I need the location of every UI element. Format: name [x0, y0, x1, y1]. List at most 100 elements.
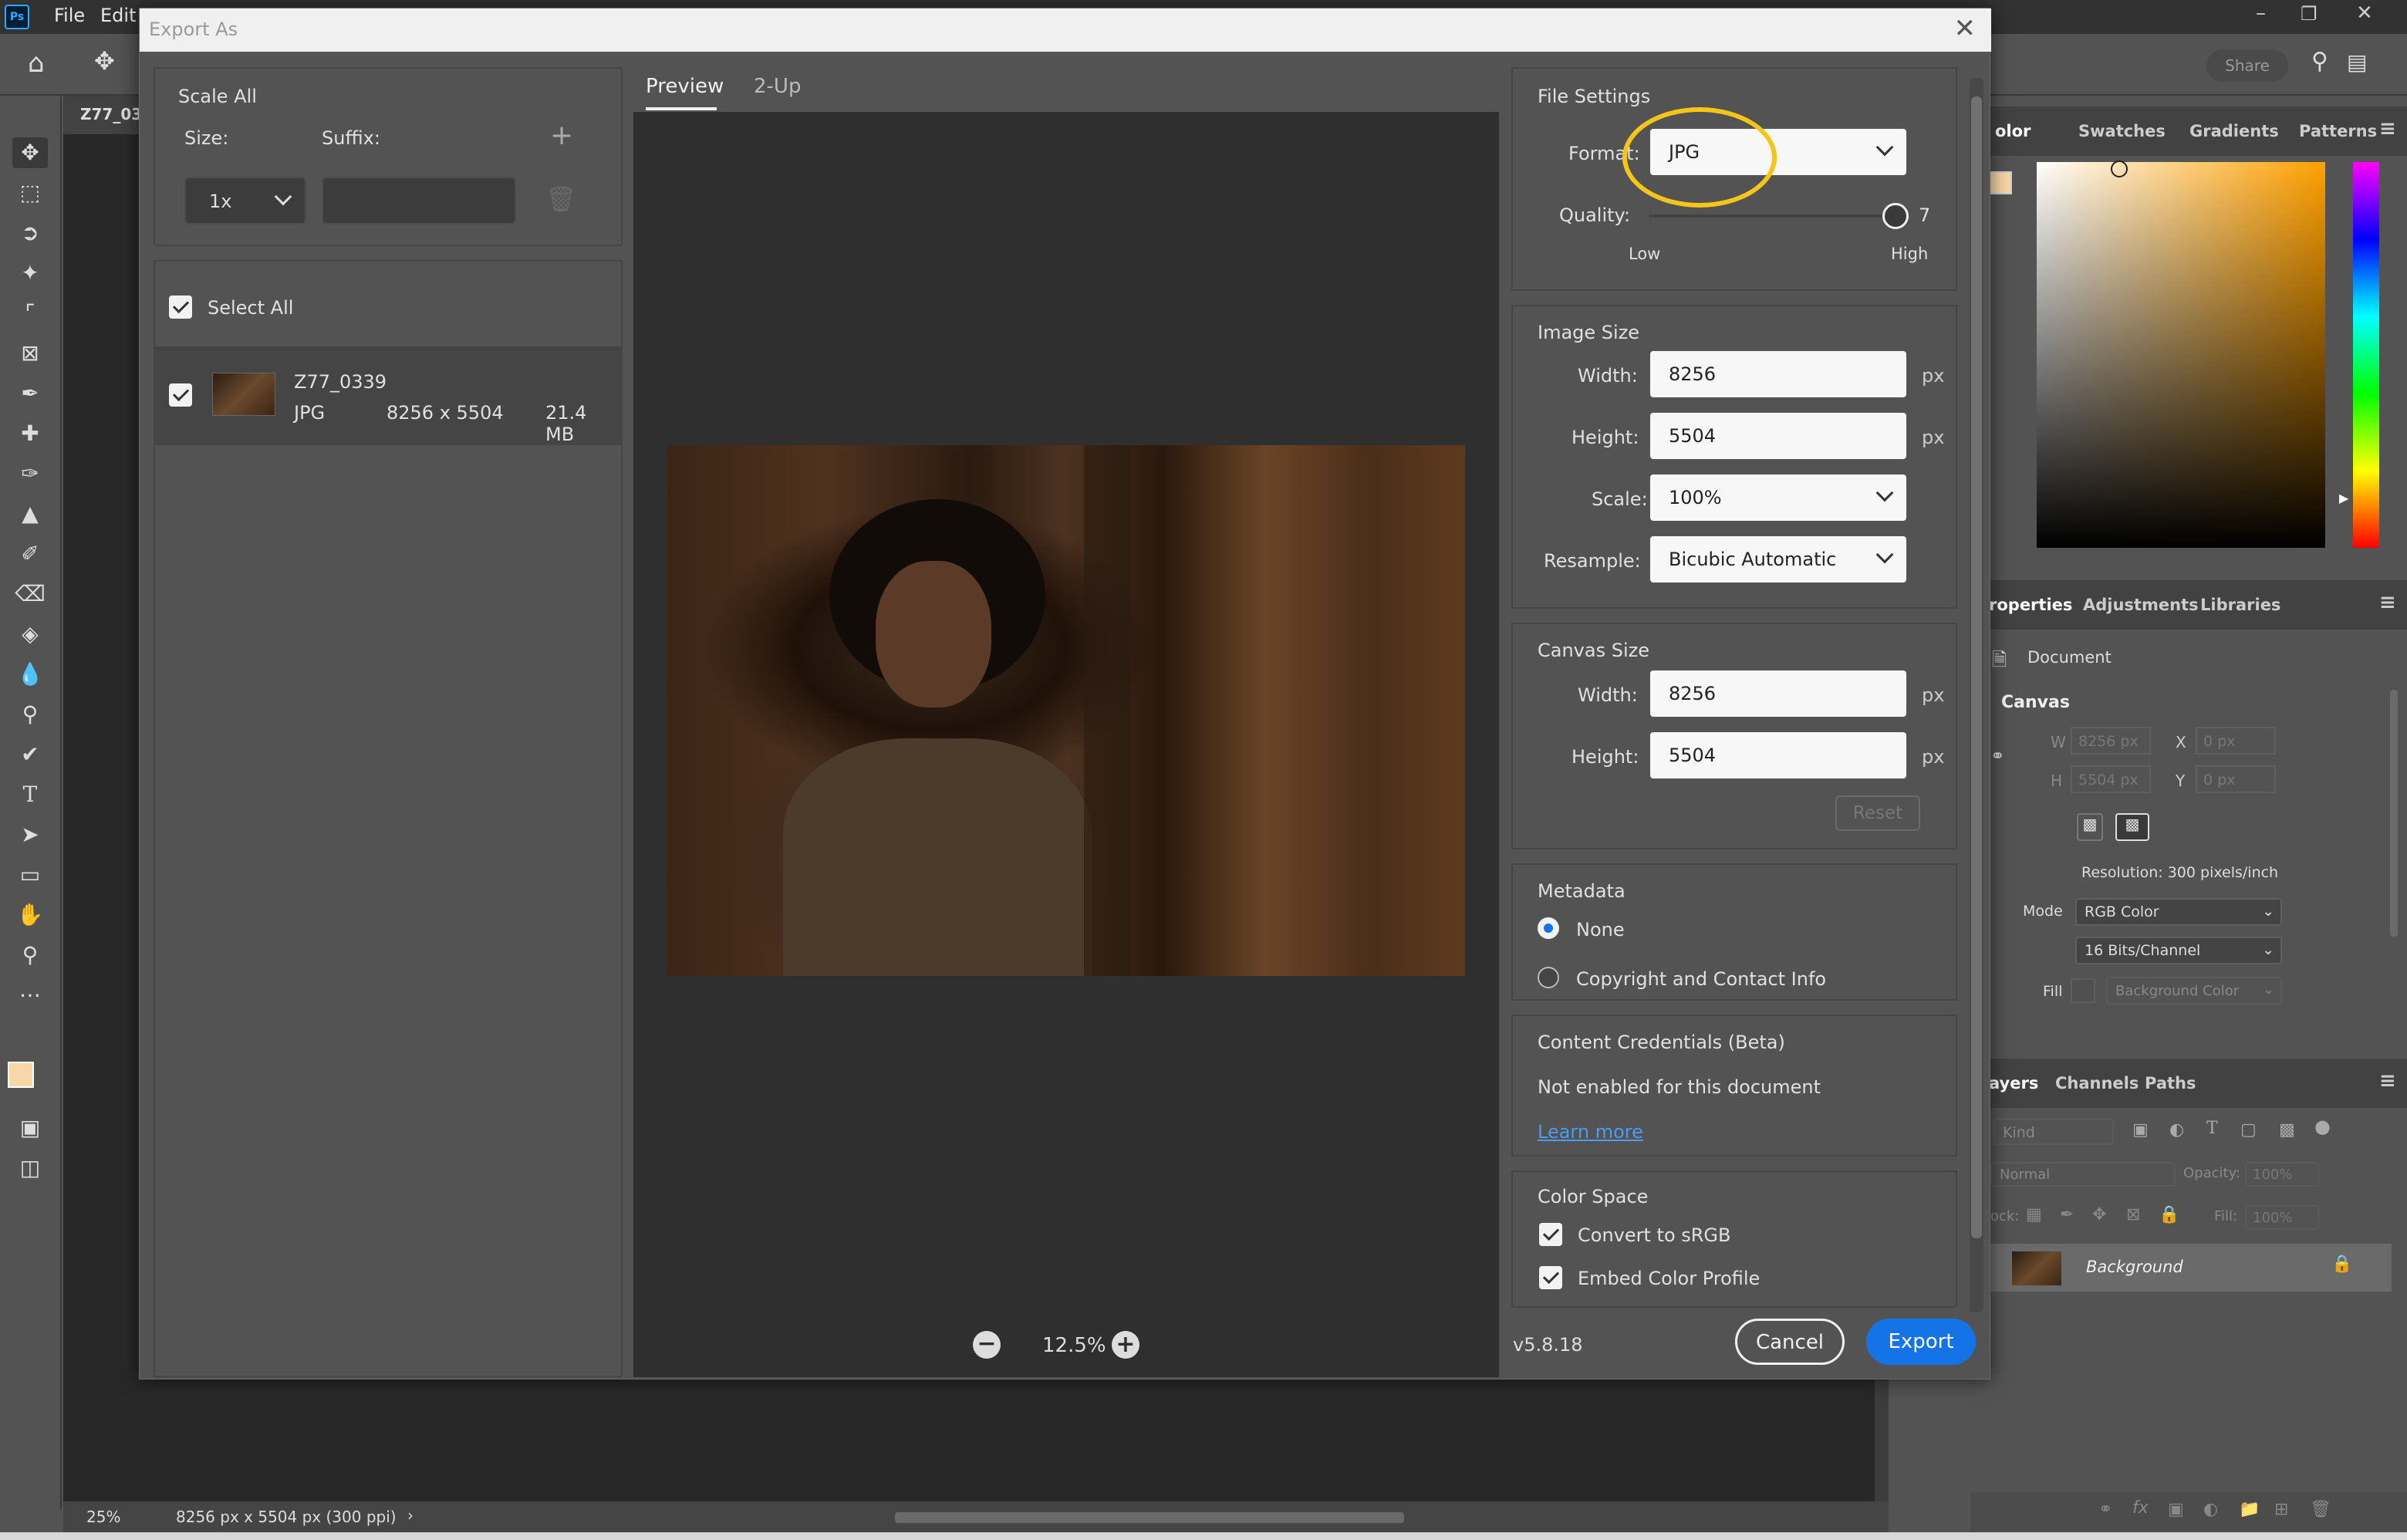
panel-menu-icon[interactable]: ≡	[2379, 117, 2396, 140]
layer-filter-select[interactable]: Kind	[1993, 1119, 2114, 1145]
tab-preview[interactable]: Preview	[646, 75, 724, 98]
fill-swatch[interactable]	[2071, 978, 2095, 1003]
settings-scrollbar-thumb[interactable]	[1971, 96, 1982, 1238]
close-window-icon[interactable]: ✕	[2356, 2, 2373, 25]
frame-tool-icon[interactable]: ⊠	[12, 338, 48, 369]
home-icon[interactable]: ⌂	[28, 48, 45, 79]
image-height-input[interactable]: 5504	[1650, 413, 1906, 459]
horizontal-scrollbar-thumb[interactable]	[895, 1512, 1404, 1523]
zoom-tool-icon[interactable]: ⚲	[12, 940, 48, 971]
lock-all-icon[interactable]: 🔒	[2159, 1205, 2179, 1224]
x-input[interactable]: 0 px	[2196, 727, 2276, 755]
move-tool-options-icon[interactable]: ✥	[94, 46, 115, 76]
pen-tool-icon[interactable]: ✔	[12, 739, 48, 770]
more-tools-icon[interactable]: ⋯	[12, 980, 48, 1011]
properties-menu-icon[interactable]: ≡	[2379, 591, 2396, 614]
mode-select[interactable]: RGB Color ⌄	[2075, 898, 2282, 926]
layer-fill-input[interactable]: 100%	[2245, 1205, 2319, 1230]
tab-paths[interactable]: Paths	[2145, 1074, 2196, 1093]
bit-depth-select[interactable]: 16 Bits/Channel ⌄	[2075, 937, 2282, 964]
menu-file[interactable]: File	[54, 5, 85, 26]
type-tool-icon[interactable]: T	[12, 779, 48, 810]
zoom-level[interactable]: 25%	[86, 1508, 120, 1526]
foreground-color-swatch[interactable]	[8, 1062, 34, 1088]
zoom-out-icon[interactable]: −	[973, 1331, 1001, 1359]
lock-artboard-icon[interactable]: ⊠	[2126, 1205, 2140, 1224]
filter-pixel-icon[interactable]: ▣	[2132, 1120, 2149, 1140]
suffix-input[interactable]	[322, 177, 516, 225]
tab-libraries[interactable]: Libraries	[2200, 596, 2280, 614]
tab-patterns[interactable]: Patterns	[2299, 122, 2377, 140]
filter-toggle-icon[interactable]: ●	[2314, 1116, 2331, 1137]
tab-color[interactable]: olor	[1995, 122, 2031, 140]
blend-mode-select[interactable]: Normal	[1990, 1162, 2176, 1187]
marquee-tool-icon[interactable]: ⬚	[12, 177, 48, 208]
layer-lock-icon[interactable]: 🔒	[2331, 1255, 2352, 1274]
adjustment-layer-icon[interactable]: ◐	[2203, 1500, 2218, 1519]
dialog-close-icon[interactable]: ✕	[1954, 13, 1977, 44]
magic-wand-tool-icon[interactable]: ✦	[12, 258, 48, 289]
y-input[interactable]: 0 px	[2196, 765, 2276, 793]
image-width-input[interactable]: 8256	[1650, 351, 1906, 397]
settings-scrollbar[interactable]	[1970, 78, 1983, 1312]
link-layers-icon[interactable]: ⚭	[2098, 1500, 2112, 1519]
fx-icon[interactable]: fx	[2132, 1498, 2149, 1518]
reset-button[interactable]: Reset	[1835, 795, 1920, 831]
canvas-width-input[interactable]: 8256	[1650, 670, 1906, 717]
hue-slider[interactable]	[2353, 162, 2379, 548]
width-input[interactable]: 8256 px	[2071, 727, 2151, 755]
dodge-tool-icon[interactable]: ⚲	[12, 699, 48, 730]
layers-menu-icon[interactable]: ≡	[2379, 1069, 2396, 1093]
file-checkbox[interactable]	[169, 383, 192, 407]
file-row[interactable]: Z77_0339 JPG 8256 x 5504 21.4 MB	[155, 346, 621, 445]
delete-layer-icon[interactable]: 🗑	[2310, 1500, 2331, 1519]
filter-shape-icon[interactable]: ▢	[2240, 1120, 2257, 1140]
layer-row-background[interactable]: › Background 🔒	[1970, 1244, 2392, 1292]
tab-swatches[interactable]: Swatches	[2078, 122, 2166, 140]
tab-properties[interactable]: roperties	[1989, 596, 2072, 614]
rectangle-tool-icon[interactable]: ▭	[12, 859, 48, 890]
tab-channels[interactable]: Channels	[2055, 1074, 2139, 1093]
path-selection-tool-icon[interactable]: ➤	[12, 819, 48, 850]
properties-scrollbar[interactable]	[2390, 690, 2398, 937]
learn-more-link[interactable]: Learn more	[1538, 1121, 1643, 1143]
tab-layers[interactable]: ayers	[1989, 1074, 2038, 1093]
eraser-tool-icon[interactable]: ⌫	[12, 579, 48, 610]
quality-slider-track[interactable]	[1649, 214, 1896, 218]
eyedropper-tool-icon[interactable]: ✒	[12, 378, 48, 409]
hand-tool-icon[interactable]: ✋	[12, 900, 48, 930]
height-input[interactable]: 5504 px	[2071, 765, 2151, 793]
group-icon[interactable]: 📁	[2239, 1500, 2260, 1519]
export-button[interactable]: Export	[1866, 1319, 1976, 1365]
link-icon[interactable]: ⚭	[1990, 747, 2004, 766]
filter-adjustment-icon[interactable]: ◐	[2169, 1120, 2184, 1140]
lock-pixels-icon[interactable]: ▦	[2026, 1205, 2042, 1224]
metadata-copyright-radio[interactable]	[1538, 967, 1559, 988]
paint-bucket-tool-icon[interactable]: ◈	[12, 619, 48, 650]
panel-foreground-swatch[interactable]	[1989, 171, 2012, 194]
tab-gradients[interactable]: Gradients	[2189, 122, 2279, 140]
scale-size-select[interactable]: 1x	[184, 177, 306, 225]
stamp-tool-icon[interactable]: ▲	[12, 498, 48, 529]
new-layer-icon[interactable]: ⊞	[2274, 1500, 2288, 1519]
delete-scale-icon[interactable]: 🗑	[545, 184, 577, 214]
lock-position-icon[interactable]: ✥	[2092, 1205, 2106, 1224]
cancel-button[interactable]: Cancel	[1735, 1319, 1845, 1365]
menu-edit[interactable]: Edit	[100, 5, 136, 26]
color-picker-cursor[interactable]	[2111, 160, 2128, 177]
crop-tool-icon[interactable]: ⌜	[12, 298, 48, 329]
workspace-icon[interactable]: ▤	[2347, 49, 2367, 75]
portrait-orientation-icon[interactable]: ▩	[2077, 813, 2103, 841]
blur-tool-icon[interactable]: 💧	[12, 659, 48, 690]
chevron-right-icon[interactable]: ›	[407, 1506, 414, 1525]
screen-mode-icon[interactable]: ◫	[12, 1153, 48, 1184]
add-mask-icon[interactable]: ▣	[2168, 1500, 2184, 1519]
search-icon[interactable]: ⚲	[2311, 48, 2328, 75]
move-tool-icon[interactable]: ✥	[12, 137, 48, 168]
brush-tool-icon[interactable]: ✑	[12, 458, 48, 489]
fill-select[interactable]: Background Color ⌄	[2106, 977, 2282, 1005]
metadata-none-radio[interactable]	[1538, 917, 1559, 939]
hue-slider-marker-icon[interactable]: ▶	[2339, 491, 2348, 505]
embed-profile-checkbox[interactable]	[1539, 1266, 1562, 1289]
filter-type-icon[interactable]: T	[2206, 1119, 2218, 1138]
